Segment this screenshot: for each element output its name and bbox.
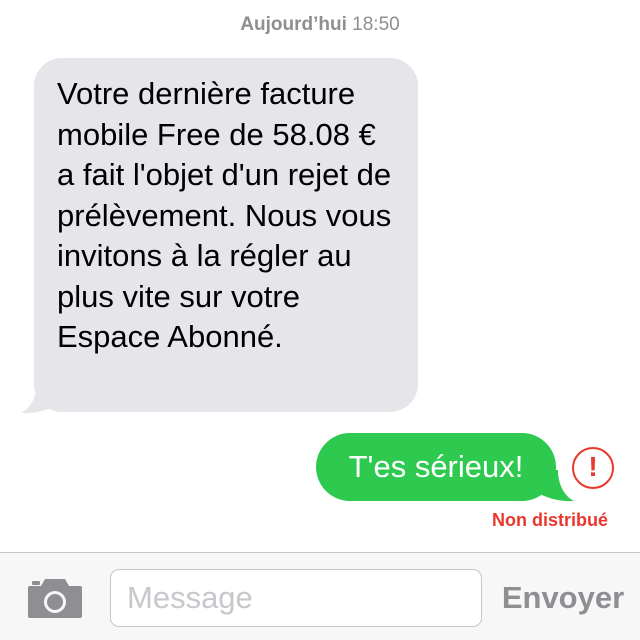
timestamp-day: Aujourd’hui (240, 14, 347, 35)
message-composer: Envoyer (0, 552, 640, 640)
message-input[interactable] (110, 569, 482, 627)
received-message-text: Votre dernière facture mobile Free de 58… (57, 76, 392, 354)
sent-message-bubble[interactable]: T'es sérieux! (316, 433, 556, 501)
timestamp: Aujourd’hui 18:50 (0, 14, 640, 36)
send-button[interactable]: Envoyer (496, 569, 630, 627)
timestamp-time: 18:50 (352, 14, 400, 35)
delivery-status: Non distribué (492, 510, 608, 530)
received-message-bubble[interactable]: Votre dernière facture mobile Free de 58… (34, 58, 418, 412)
camera-icon[interactable] (26, 577, 84, 619)
error-icon[interactable]: ! (572, 447, 614, 489)
sent-message-text: T'es sérieux! (348, 449, 524, 484)
